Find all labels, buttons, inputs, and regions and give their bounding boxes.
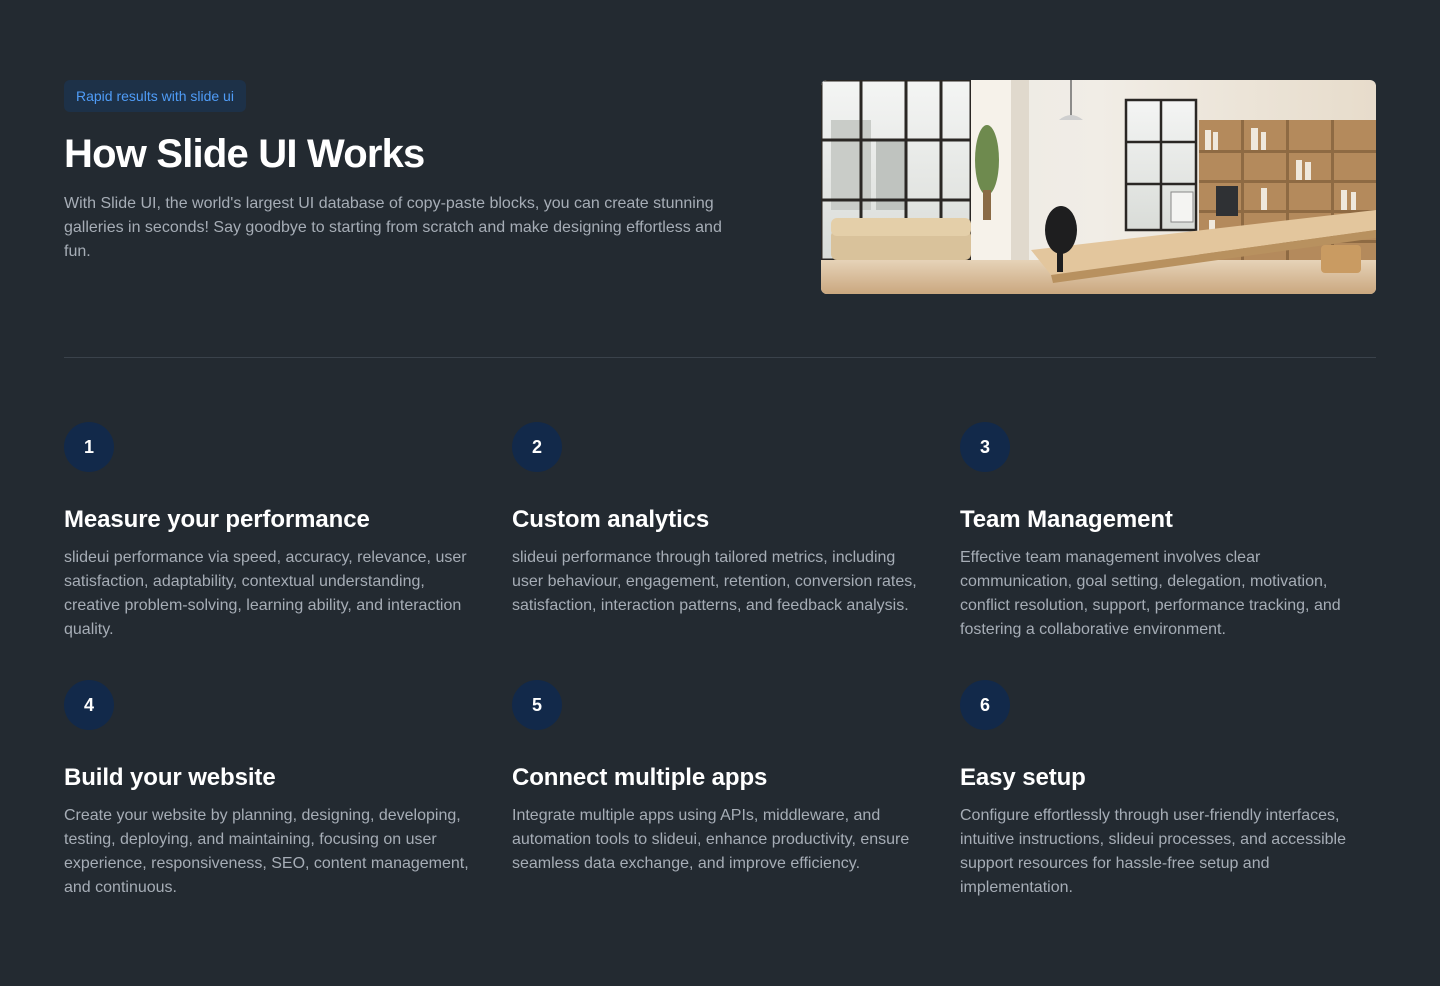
how-it-works-section: Rapid results with slide ui How Slide UI… <box>0 0 1440 986</box>
step-number-badge: 3 <box>960 422 1010 472</box>
feature-card: 5 Connect multiple apps Integrate multip… <box>512 680 928 914</box>
feature-description: slideui performance through tailored met… <box>512 549 917 614</box>
section-title: How Slide UI Works <box>64 132 425 176</box>
feature-description: Create your website by planning, designi… <box>64 807 469 896</box>
feature-card: 3 Team Management Effective team managem… <box>960 422 1376 656</box>
feature-title: Measure your performance <box>64 506 370 533</box>
feature-title: Custom analytics <box>512 506 710 533</box>
step-number-badge: 5 <box>512 680 562 730</box>
step-number-badge: 4 <box>64 680 114 730</box>
office-photo <box>821 80 1376 294</box>
step-number-badge: 2 <box>512 422 562 472</box>
feature-card: 1 Measure your performance slideui perfo… <box>64 422 480 656</box>
section-description: With Slide UI, the world's largest UI da… <box>64 195 722 260</box>
feature-card: 4 Build your website Create your website… <box>64 680 480 914</box>
badge: Rapid results with slide ui <box>64 80 246 112</box>
feature-grid: 1 Measure your performance slideui perfo… <box>64 422 1376 914</box>
feature-card: 6 Easy setup Configure effortlessly thro… <box>960 680 1376 914</box>
step-number-badge: 6 <box>960 680 1010 730</box>
step-number-badge: 1 <box>64 422 114 472</box>
feature-description: Configure effortlessly through user-frie… <box>960 807 1346 896</box>
feature-description: Integrate multiple apps using APIs, midd… <box>512 807 910 872</box>
feature-card: 2 Custom analytics slideui performance t… <box>512 422 928 656</box>
feature-description: slideui performance via speed, accuracy,… <box>64 549 467 638</box>
feature-title: Build your website <box>64 764 276 791</box>
feature-title: Easy setup <box>960 764 1086 791</box>
hero: Rapid results with slide ui How Slide UI… <box>64 80 1376 294</box>
feature-description: Effective team management involves clear… <box>960 549 1341 638</box>
feature-title: Connect multiple apps <box>512 764 768 791</box>
feature-title: Team Management <box>960 506 1173 533</box>
divider <box>64 357 1376 358</box>
